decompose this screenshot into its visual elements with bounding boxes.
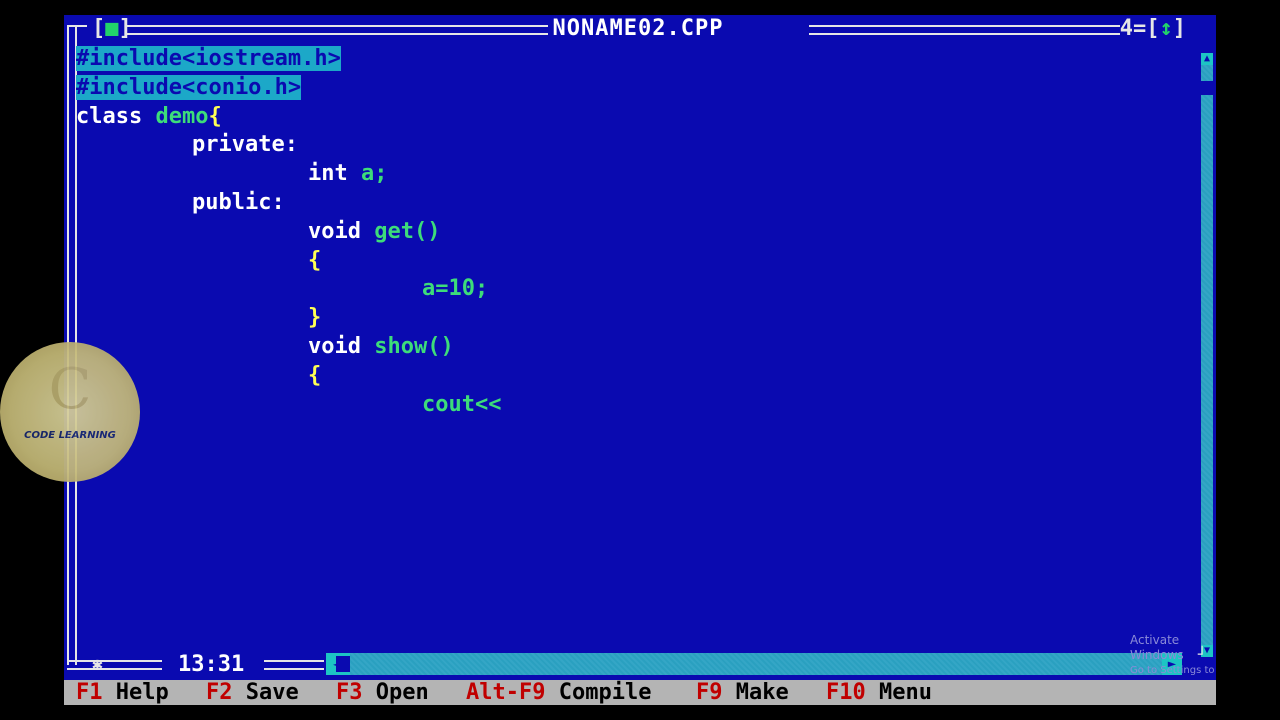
code-line-12: { bbox=[308, 362, 321, 391]
window-frame-bottom-mid bbox=[264, 660, 324, 670]
status-help[interactable]: F1 Help bbox=[76, 680, 169, 705]
code-editor[interactable]: #include<iostream.h> #include<conio.h> c… bbox=[76, 45, 1196, 645]
scroll-up-icon[interactable]: ▲ bbox=[1201, 53, 1213, 65]
code-line-6: public: bbox=[192, 189, 285, 218]
close-window-button[interactable]: [■] bbox=[92, 17, 132, 41]
keyword: int bbox=[308, 161, 361, 187]
modified-marker-icon: ✱ bbox=[92, 654, 103, 675]
keyword: void bbox=[308, 218, 375, 244]
vertical-scrollbar[interactable]: ▲ ▼ bbox=[1201, 53, 1213, 657]
status-save[interactable]: F2 Save bbox=[206, 680, 299, 705]
code-line-10: } bbox=[308, 304, 321, 333]
watermark-line-1: Activate Windows bbox=[1130, 633, 1184, 662]
code-line-4: private: bbox=[192, 131, 298, 160]
window-frame-corner bbox=[67, 25, 87, 33]
brace: { bbox=[208, 103, 222, 129]
code-line-13: cout<< bbox=[422, 391, 501, 420]
vertical-scroll-thumb[interactable] bbox=[1201, 81, 1213, 95]
brace: { bbox=[308, 362, 322, 388]
zoom-arrows-icon[interactable]: ↕ bbox=[1160, 16, 1173, 41]
window-frame-bottom-left bbox=[67, 660, 162, 670]
close-icon: ■ bbox=[105, 16, 119, 41]
statement: cout<< bbox=[422, 391, 502, 417]
cursor-position: 13:31 bbox=[174, 651, 249, 679]
status-make[interactable]: F9 Make bbox=[696, 680, 789, 705]
identifier: demo bbox=[155, 103, 209, 129]
logo-text: CODE LEARNING bbox=[24, 430, 116, 441]
keyword: class bbox=[76, 103, 156, 129]
horizontal-scroll-thumb[interactable] bbox=[336, 656, 350, 672]
code-line-3: class demo{ bbox=[76, 103, 222, 132]
turbo-cpp-editor-window: [■] NONAME02.CPP 4=[↕] #include<iostream… bbox=[64, 15, 1216, 705]
include-line-highlight: #include<conio.h> bbox=[76, 74, 302, 100]
status-menu[interactable]: F10 Menu bbox=[826, 680, 932, 705]
code-line-1: #include<iostream.h> bbox=[76, 45, 341, 74]
identifier: show() bbox=[374, 334, 454, 359]
horizontal-scrollbar[interactable]: ◄ ► bbox=[326, 653, 1182, 675]
status-compile[interactable]: Alt-F9 Compile bbox=[466, 680, 651, 705]
status-bar: F1 Help F2 Save F3 Open Alt-F9 Compile F… bbox=[64, 680, 1216, 705]
code-line-9: a=10; bbox=[422, 275, 488, 304]
identifier: a; bbox=[360, 161, 388, 187]
keyword: void bbox=[308, 334, 375, 359]
code-line-8: { bbox=[308, 247, 321, 276]
access-specifier: private: bbox=[192, 132, 298, 158]
statement: a=10; bbox=[422, 276, 489, 302]
logo-c-icon: C bbox=[48, 357, 92, 422]
brace: { bbox=[308, 247, 322, 273]
identifier: get() bbox=[374, 218, 441, 244]
brace: } bbox=[308, 305, 322, 331]
code-line-5: int a; bbox=[308, 160, 387, 189]
status-open[interactable]: F3 Open bbox=[336, 680, 429, 705]
code-learning-logo: C CODE LEARNING bbox=[0, 342, 140, 482]
access-specifier: public: bbox=[192, 190, 285, 215]
code-line-7: void get() bbox=[308, 218, 440, 247]
code-line-2: #include<conio.h> bbox=[76, 74, 302, 103]
window-number-and-zoom[interactable]: 4=[↕] bbox=[1119, 16, 1186, 41]
include-line-highlight: #include<iostream.h> bbox=[76, 46, 341, 71]
code-line-11: void show() bbox=[308, 333, 454, 362]
window-title: NONAME02.CPP bbox=[548, 15, 728, 43]
window-frame-top-left bbox=[126, 25, 596, 35]
window-number: 4 bbox=[1119, 16, 1133, 41]
